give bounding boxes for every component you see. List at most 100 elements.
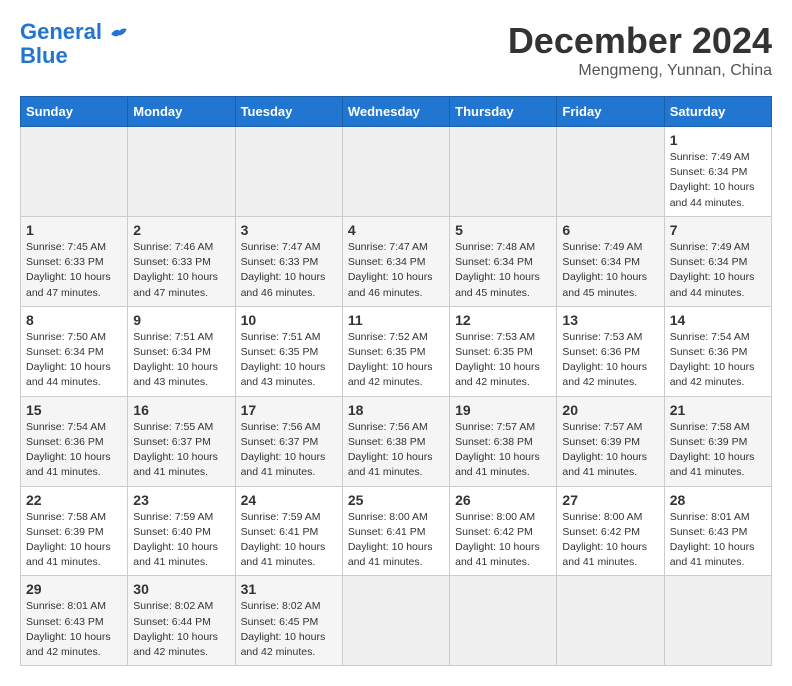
day-number: 9 [133,312,229,328]
calendar-cell: 1 Sunrise: 7:49 AMSunset: 6:34 PMDaylight… [664,127,771,217]
calendar-cell: 30Sunrise: 8:02 AMSunset: 6:44 PMDayligh… [128,576,235,666]
calendar-cell [557,127,664,217]
calendar-cell: 5Sunrise: 7:48 AMSunset: 6:34 PMDaylight… [450,216,557,306]
day-number: 6 [562,222,658,238]
calendar-cell: 24 Sunrise: 7:59 AMSunset: 6:41 PMDayligh… [235,486,342,576]
day-number: 13 [562,312,658,328]
day-info: Sunrise: 7:56 AMSunset: 6:38 PMDaylight:… [348,420,444,481]
header-sunday: Sunday [21,97,128,127]
day-info: Sunrise: 7:55 AMSunset: 6:37 PMDaylight:… [133,420,229,481]
calendar-cell: 21Sunrise: 7:58 AMSunset: 6:39 PMDayligh… [664,396,771,486]
day-number: 28 [670,492,766,508]
day-info: Sunrise: 7:54 AMSunset: 6:36 PMDaylight:… [670,330,766,391]
day-info: Sunrise: 7:52 AMSunset: 6:35 PMDaylight:… [348,330,444,391]
day-number: 24 [241,492,337,508]
month-title: December 2024 [508,20,772,62]
day-number: 22 [26,492,122,508]
page-header: General Blue December 2024 Mengmeng, Yun… [20,20,772,80]
day-info: Sunrise: 7:51 AMSunset: 6:34 PMDaylight:… [133,330,229,391]
calendar-week-row: 1 Sunrise: 7:49 AMSunset: 6:34 PMDaylight… [21,127,772,217]
day-number: 4 [348,222,444,238]
day-number: 19 [455,402,551,418]
calendar-table: SundayMondayTuesdayWednesdayThursdayFrid… [20,96,772,666]
day-number: 7 [670,222,766,238]
calendar-cell: 22 Sunrise: 7:58 AMSunset: 6:39 PMDayligh… [21,486,128,576]
calendar-cell [128,127,235,217]
header-tuesday: Tuesday [235,97,342,127]
calendar-cell: 31 Sunrise: 8:02 AMSunset: 6:45 PMDayligh… [235,576,342,666]
day-info: Sunrise: 8:00 AMSunset: 6:42 PMDaylight:… [562,510,658,571]
day-info: Sunrise: 8:01 AMSunset: 6:43 PMDaylight:… [670,510,766,571]
day-info: Sunrise: 7:56 AMSunset: 6:37 PMDaylight:… [241,420,337,481]
calendar-cell: 12 Sunrise: 7:53 AMSunset: 6:35 PMDayligh… [450,306,557,396]
calendar-cell: 1Sunrise: 7:45 AMSunset: 6:33 PMDaylight… [21,216,128,306]
day-number: 31 [241,581,337,597]
calendar-cell [21,127,128,217]
calendar-cell: 26Sunrise: 8:00 AMSunset: 6:42 PMDayligh… [450,486,557,576]
calendar-cell: 6 Sunrise: 7:49 AMSunset: 6:34 PMDaylight… [557,216,664,306]
day-number: 27 [562,492,658,508]
day-number: 25 [348,492,444,508]
day-number: 2 [133,222,229,238]
calendar-cell [557,576,664,666]
calendar-cell: 20Sunrise: 7:57 AMSunset: 6:39 PMDayligh… [557,396,664,486]
day-info: Sunrise: 7:59 AMSunset: 6:40 PMDaylight:… [133,510,229,571]
header-friday: Friday [557,97,664,127]
day-number: 11 [348,312,444,328]
calendar-cell [235,127,342,217]
day-number: 3 [241,222,337,238]
calendar-week-row: 29Sunrise: 8:01 AMSunset: 6:43 PMDayligh… [21,576,772,666]
day-info: Sunrise: 7:53 AMSunset: 6:35 PMDaylight:… [455,330,551,391]
title-area: December 2024 Mengmeng, Yunnan, China [508,20,772,80]
day-number: 8 [26,312,122,328]
calendar-cell: 10Sunrise: 7:51 AMSunset: 6:35 PMDayligh… [235,306,342,396]
header-saturday: Saturday [664,97,771,127]
day-info: Sunrise: 7:58 AMSunset: 6:39 PMDaylight:… [26,510,122,571]
day-number: 15 [26,402,122,418]
calendar-cell [342,127,449,217]
calendar-cell: 15 Sunrise: 7:54 AMSunset: 6:36 PMDayligh… [21,396,128,486]
calendar-cell: 7 Sunrise: 7:49 AMSunset: 6:34 PMDaylight… [664,216,771,306]
calendar-cell: 4 Sunrise: 7:47 AMSunset: 6:34 PMDaylight… [342,216,449,306]
calendar-header-row: SundayMondayTuesdayWednesdayThursdayFrid… [21,97,772,127]
day-info: Sunrise: 7:46 AMSunset: 6:33 PMDaylight:… [133,240,229,301]
day-number: 12 [455,312,551,328]
day-info: Sunrise: 7:49 AMSunset: 6:34 PMDaylight:… [670,240,766,301]
day-info: Sunrise: 7:50 AMSunset: 6:34 PMDaylight:… [26,330,122,391]
calendar-cell [342,576,449,666]
day-info: Sunrise: 8:02 AMSunset: 6:45 PMDaylight:… [241,599,337,660]
day-info: Sunrise: 7:45 AMSunset: 6:33 PMDaylight:… [26,240,122,301]
day-number: 29 [26,581,122,597]
logo-bird-icon [110,26,128,40]
calendar-cell: 28 Sunrise: 8:01 AMSunset: 6:43 PMDayligh… [664,486,771,576]
logo: General Blue [20,20,128,68]
calendar-cell: 11 Sunrise: 7:52 AMSunset: 6:35 PMDayligh… [342,306,449,396]
calendar-cell: 14 Sunrise: 7:54 AMSunset: 6:36 PMDayligh… [664,306,771,396]
calendar-cell: 16Sunrise: 7:55 AMSunset: 6:37 PMDayligh… [128,396,235,486]
calendar-cell [450,127,557,217]
day-info: Sunrise: 7:47 AMSunset: 6:34 PMDaylight:… [348,240,444,301]
day-number: 14 [670,312,766,328]
logo-blue: Blue [20,44,68,68]
day-info: Sunrise: 7:54 AMSunset: 6:36 PMDaylight:… [26,420,122,481]
day-number: 5 [455,222,551,238]
day-number: 30 [133,581,229,597]
day-info: Sunrise: 7:53 AMSunset: 6:36 PMDaylight:… [562,330,658,391]
location: Mengmeng, Yunnan, China [508,62,772,80]
day-number: 1 [670,132,766,148]
calendar-cell: 3 Sunrise: 7:47 AMSunset: 6:33 PMDaylight… [235,216,342,306]
day-info: Sunrise: 7:47 AMSunset: 6:33 PMDaylight:… [241,240,337,301]
day-info: Sunrise: 7:49 AMSunset: 6:34 PMDaylight:… [562,240,658,301]
day-number: 17 [241,402,337,418]
calendar-cell [450,576,557,666]
calendar-cell: 9 Sunrise: 7:51 AMSunset: 6:34 PMDaylight… [128,306,235,396]
day-info: Sunrise: 7:49 AMSunset: 6:34 PMDaylight:… [670,150,766,211]
header-thursday: Thursday [450,97,557,127]
day-info: Sunrise: 7:51 AMSunset: 6:35 PMDaylight:… [241,330,337,391]
day-info: Sunrise: 7:59 AMSunset: 6:41 PMDaylight:… [241,510,337,571]
calendar-cell: 8 Sunrise: 7:50 AMSunset: 6:34 PMDaylight… [21,306,128,396]
calendar-cell: 2 Sunrise: 7:46 AMSunset: 6:33 PMDaylight… [128,216,235,306]
day-number: 23 [133,492,229,508]
day-info: Sunrise: 8:00 AMSunset: 6:41 PMDaylight:… [348,510,444,571]
calendar-cell: 13 Sunrise: 7:53 AMSunset: 6:36 PMDayligh… [557,306,664,396]
